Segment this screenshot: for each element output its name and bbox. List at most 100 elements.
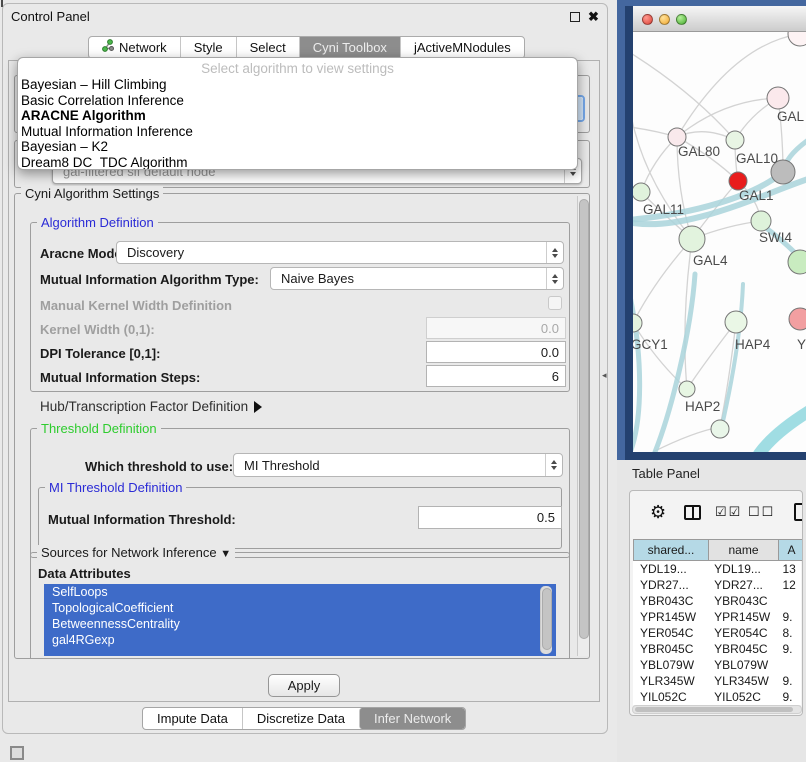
network-node[interactable] xyxy=(726,131,744,149)
table-row[interactable]: YBR045CYBR045C9. xyxy=(633,641,801,657)
network-node[interactable] xyxy=(633,314,642,332)
network-node-label: SWI4 xyxy=(759,230,792,245)
table-row[interactable]: YBL079WYBL079W xyxy=(633,657,801,673)
attribute-item-selfloops[interactable]: SelfLoops xyxy=(44,584,556,600)
table-cell: YLR345W xyxy=(707,673,775,689)
network-node[interactable] xyxy=(751,211,771,231)
close-panel-icon[interactable]: ✖ xyxy=(588,9,599,25)
tab-style[interactable]: Style xyxy=(180,37,236,58)
column-header-name[interactable]: name xyxy=(709,539,779,561)
table-panel-title: Table Panel xyxy=(617,462,806,486)
tab-cyni-toolbox[interactable]: Cyni Toolbox xyxy=(299,37,400,58)
attribute-item-gal4rgexp[interactable]: gal4RGexp xyxy=(44,632,556,648)
mi-steps-field[interactable]: 6 xyxy=(426,365,566,387)
network-canvas[interactable]: GALGAL80GAL10GAL1GAL11SWI4GAL4GCY1HAP4YH… xyxy=(633,32,806,452)
table-cell: YPR145W xyxy=(707,609,775,625)
table-cell: 12 xyxy=(776,577,802,593)
minimized-panel-icon[interactable] xyxy=(10,746,24,760)
dropdown-item-bayesian-hill-climbing[interactable]: Bayesian – Hill Climbing xyxy=(18,77,577,93)
table-cell: YBR045C xyxy=(633,641,707,657)
tab-label: Style xyxy=(194,37,223,58)
aracne-mode-select[interactable]: Discovery xyxy=(116,241,564,264)
mi-type-select[interactable]: Naive Bayes xyxy=(270,267,564,290)
which-threshold-select[interactable]: MI Threshold xyxy=(233,453,563,477)
table-row[interactable]: YDL19...YDL19...13 xyxy=(633,561,801,577)
table-row[interactable]: YPR145WYPR145W9. xyxy=(633,609,801,625)
combo-spinner-icon xyxy=(545,454,562,476)
dropdown-item-aracne-algorithm[interactable]: ARACNE Algorithm xyxy=(18,108,577,124)
table-cell: YDR27... xyxy=(707,577,775,593)
select-all-checkboxes-icon[interactable]: ☑☑ xyxy=(715,504,742,520)
deselect-all-checkboxes-icon[interactable]: ☐☐ xyxy=(748,504,775,520)
splitter-collapse-icon[interactable]: ◂ xyxy=(602,370,607,381)
float-window-icon[interactable] xyxy=(570,12,580,22)
tab-jactivemnodules[interactable]: jActiveMNodules xyxy=(400,37,524,58)
manual-kernel-checkbox[interactable] xyxy=(548,296,562,310)
close-traffic-light[interactable] xyxy=(642,14,653,25)
tab-select[interactable]: Select xyxy=(236,37,299,58)
table-cell: YER054C xyxy=(707,625,775,641)
network-node-label: HAP4 xyxy=(735,337,771,352)
tab-label: Cyni Toolbox xyxy=(313,37,387,58)
tab-label: Network xyxy=(119,37,167,58)
dropdown-item-bayesian-k2[interactable]: Bayesian – K2 xyxy=(18,139,577,155)
kernel-width-field[interactable]: 0.0 xyxy=(426,317,566,339)
network-node[interactable] xyxy=(789,308,806,330)
attribute-item-betweennesscentrality[interactable]: BetweennessCentrality xyxy=(44,616,556,632)
tab-impute-data[interactable]: Impute Data xyxy=(143,708,242,729)
network-node[interactable] xyxy=(788,250,806,274)
minimize-traffic-light[interactable] xyxy=(659,14,670,25)
apply-button[interactable]: Apply xyxy=(268,674,340,697)
network-node[interactable] xyxy=(633,183,650,201)
attribute-item-topologicalcoefficient[interactable]: TopologicalCoefficient xyxy=(44,600,556,616)
attributes-scrollbar[interactable] xyxy=(540,586,552,654)
table-toolbar: ⚙ ☑☑ ☐☐ xyxy=(630,499,803,529)
zoom-traffic-light[interactable] xyxy=(676,14,687,25)
cyni-settings-title: Cyni Algorithm Settings xyxy=(21,186,163,201)
dropdown-item-mutual-information-inference[interactable]: Mutual Information Inference xyxy=(18,124,577,140)
network-node[interactable] xyxy=(711,420,729,438)
export-table-icon[interactable] xyxy=(794,503,803,521)
hub-definition-toggle[interactable]: Hub/Transcription Factor Definition xyxy=(40,399,262,414)
tab-infer-network[interactable]: Infer Network xyxy=(359,708,465,729)
table-cell: YPR145W xyxy=(633,609,707,625)
mi-threshold-field[interactable]: 0.5 xyxy=(418,506,562,529)
column-header-a[interactable]: A xyxy=(779,539,803,561)
network-node[interactable] xyxy=(788,32,806,46)
dropdown-items: Bayesian – Hill ClimbingBasic Correlatio… xyxy=(18,77,577,170)
table-cell: YDL19... xyxy=(707,561,775,577)
table-row[interactable]: YDR27...YDR27...12 xyxy=(633,577,801,593)
tab-network[interactable]: Network xyxy=(89,37,180,58)
network-window-titlebar[interactable] xyxy=(633,6,806,32)
table-hscrollbar[interactable] xyxy=(632,705,802,714)
settings-scrollbar[interactable] xyxy=(577,196,589,656)
network-node[interactable] xyxy=(679,226,705,252)
table-row[interactable]: YER054CYER054C8. xyxy=(633,625,801,641)
table-cell: YDL19... xyxy=(633,561,707,577)
data-attributes-list[interactable]: SelfLoopsTopologicalCoefficientBetweenne… xyxy=(44,584,556,656)
tab-label: Select xyxy=(250,37,286,58)
mi-steps-label: Mutual Information Steps: xyxy=(40,370,200,385)
network-node[interactable] xyxy=(725,311,747,333)
sources-group-title[interactable]: Sources for Network Inference ▼ xyxy=(37,545,235,562)
table-cell xyxy=(776,593,802,609)
dpi-tolerance-field[interactable]: 0.0 xyxy=(426,341,566,363)
table-cell: YDR27... xyxy=(633,577,707,593)
gear-icon[interactable]: ⚙ xyxy=(650,502,666,523)
network-node-label: GAL10 xyxy=(736,151,778,166)
algorithm-dropdown-popup: Select algorithm to view settings Bayesi… xyxy=(17,57,578,170)
table-cell: YBR043C xyxy=(633,593,707,609)
table-cell: 9. xyxy=(776,609,802,625)
table-row[interactable]: YIL052CYIL052C9. xyxy=(633,689,801,705)
table-row[interactable]: YLR345WYLR345W9. xyxy=(633,673,801,689)
collapse-right-icon xyxy=(254,401,262,413)
table-cell xyxy=(776,657,802,673)
columns-icon[interactable] xyxy=(684,505,701,520)
network-node[interactable] xyxy=(679,381,695,397)
network-node[interactable] xyxy=(767,87,789,109)
dropdown-item-basic-correlation-inference[interactable]: Basic Correlation Inference xyxy=(18,93,577,109)
column-header-shared-[interactable]: shared... xyxy=(633,539,709,561)
table-row[interactable]: YBR043CYBR043C xyxy=(633,593,801,609)
tab-discretize-data[interactable]: Discretize Data xyxy=(242,708,359,729)
dropdown-item-dream8-dc-tdc-algorithm[interactable]: Dream8 DC_TDC Algorithm xyxy=(18,155,577,170)
